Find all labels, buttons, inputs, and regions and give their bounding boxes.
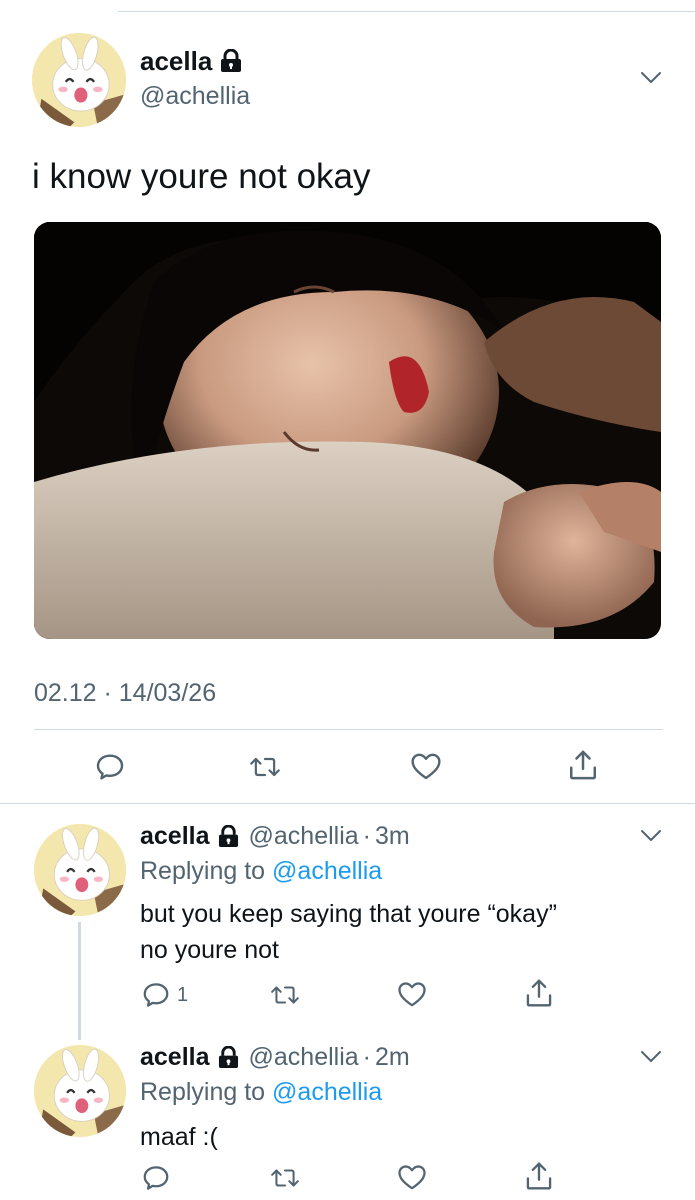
retweet-icon: [249, 753, 281, 781]
reply-button[interactable]: 1: [141, 980, 188, 1010]
reply-text: maaf :(: [140, 1119, 660, 1155]
retweet-icon: [270, 1165, 300, 1191]
heart-icon: [397, 980, 427, 1008]
reply-time[interactable]: 2m: [375, 1041, 410, 1073]
reply-time[interactable]: 3m: [375, 820, 410, 852]
like-button[interactable]: [410, 751, 442, 781]
chevron-down-icon[interactable]: [640, 829, 662, 843]
replying-to: Replying to @achellia: [140, 1076, 382, 1108]
reply-text: but you keep saying that youre “okay” no…: [140, 896, 660, 968]
share-button[interactable]: [524, 977, 554, 1009]
thread-line: [78, 922, 81, 1040]
lock-icon: [220, 49, 242, 73]
author-name[interactable]: acella: [140, 44, 242, 78]
top-divider: [118, 11, 695, 12]
retweet-button[interactable]: [270, 982, 300, 1008]
chevron-down-icon[interactable]: [640, 71, 662, 85]
reply-icon: [94, 751, 126, 783]
reply-icon: [141, 980, 171, 1010]
reply-count: 1: [177, 984, 189, 1006]
reply-header: acella @achellia · 2m: [140, 1041, 410, 1073]
author-name[interactable]: acella: [140, 1041, 210, 1073]
avatar[interactable]: [32, 33, 126, 127]
chevron-down-icon[interactable]: [640, 1050, 662, 1064]
reply-header: acella @achellia · 3m: [140, 820, 410, 852]
replying-label: Replying to: [140, 857, 266, 885]
heart-icon: [410, 751, 442, 781]
mention-link[interactable]: @achellia: [272, 1078, 382, 1106]
share-button[interactable]: [524, 1160, 554, 1192]
retweet-icon: [270, 982, 300, 1008]
author-handle[interactable]: @achellia: [140, 80, 250, 112]
replying-to: Replying to @achellia: [140, 855, 382, 887]
avatar[interactable]: [34, 824, 126, 916]
lock-icon: [218, 1045, 239, 1069]
avatar[interactable]: [34, 1045, 126, 1137]
separator: ·: [362, 1043, 371, 1071]
share-icon: [524, 1160, 554, 1192]
author-name-text[interactable]: acella: [140, 44, 212, 78]
mention-link[interactable]: @achellia: [272, 857, 382, 885]
retweet-button[interactable]: [249, 753, 281, 781]
retweet-button[interactable]: [270, 1165, 300, 1191]
divider: [34, 729, 663, 730]
share-icon: [524, 977, 554, 1009]
tweet-text: i know youre not okay: [32, 157, 371, 196]
reply-icon: [141, 1163, 171, 1193]
share-icon: [567, 748, 599, 782]
like-button[interactable]: [397, 1163, 427, 1191]
author-handle[interactable]: @achellia: [249, 820, 359, 852]
author-name[interactable]: acella: [140, 820, 210, 852]
tweet-photo[interactable]: [34, 222, 661, 639]
replying-label: Replying to: [140, 1078, 266, 1106]
author-handle[interactable]: @achellia: [249, 1041, 359, 1073]
reply-text-line: but you keep saying that youre “okay”: [140, 900, 557, 928]
reply-button[interactable]: [141, 1163, 171, 1193]
share-button[interactable]: [567, 748, 599, 782]
reply-button[interactable]: [94, 751, 126, 783]
tweet-timestamp[interactable]: 02.12 · 14/03/26: [34, 677, 216, 709]
divider: [0, 803, 695, 804]
lock-icon: [218, 824, 239, 848]
heart-icon: [397, 1163, 427, 1191]
like-button[interactable]: [397, 980, 427, 1008]
separator: ·: [362, 822, 371, 850]
reply-text-line: maaf :(: [140, 1123, 218, 1151]
reply-text-line: no youre not: [140, 936, 279, 964]
